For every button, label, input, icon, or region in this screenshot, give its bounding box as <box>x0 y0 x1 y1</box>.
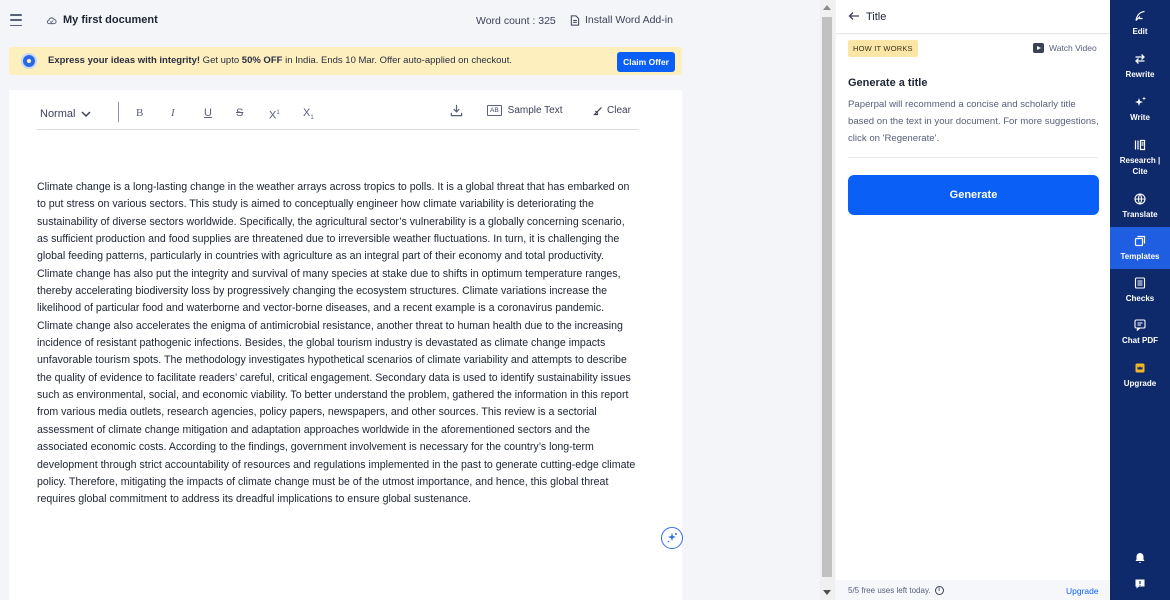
nav-label-rewrite: Rewrite <box>1125 70 1155 79</box>
document-card: Normal B I U S X1 X1 AB Sample Text Clea… <box>9 90 682 600</box>
generate-button[interactable]: Generate <box>848 175 1099 215</box>
nav-label-research-cite: Research | Cite <box>1119 156 1161 176</box>
tools-nav: Edit Rewrite Write Research | Cite Trans… <box>1110 0 1170 600</box>
clear-label: Clear <box>607 105 631 116</box>
crown-icon <box>1135 363 1145 373</box>
nav-item-checks[interactable]: Checks <box>1110 277 1170 311</box>
nav-label-translate: Translate <box>1122 210 1158 219</box>
template-icon <box>1134 235 1146 247</box>
upgrade-link[interactable]: Upgrade <box>1066 586 1099 596</box>
sparkle-icon <box>1135 96 1146 106</box>
panel-header: Title <box>836 0 1110 34</box>
free-uses-status: 5/5 free uses left today. i <box>848 586 944 595</box>
document-title[interactable]: My first document <box>46 14 158 26</box>
generate-title-heading: Generate a title <box>848 77 928 89</box>
nav-item-translate[interactable]: Translate <box>1110 193 1170 227</box>
subscript-button[interactable]: X1 <box>303 105 314 121</box>
how-it-works-badge: HOW IT WORKS <box>848 40 918 57</box>
document-title-text: My first document <box>63 14 158 26</box>
info-icon[interactable]: i <box>934 586 944 595</box>
superscript-mark: 1 <box>276 110 280 116</box>
format-toolbar: Normal B I U S X1 X1 AB Sample Text Clea… <box>37 100 639 130</box>
scroll-up-arrow[interactable] <box>823 5 831 10</box>
subscript-mark: 1 <box>310 115 314 122</box>
bold-button[interactable]: B <box>136 105 143 121</box>
word-count: Word count : 325 <box>476 15 556 27</box>
sample-text-label: Sample Text <box>507 105 563 116</box>
underline-button[interactable]: U <box>204 105 212 121</box>
toolbar-divider <box>118 102 119 122</box>
watch-video-link[interactable]: Watch Video <box>1033 43 1097 53</box>
nav-label-write: Write <box>1130 113 1150 122</box>
scroll-down-arrow[interactable] <box>823 590 831 595</box>
nav-label-edit: Edit <box>1132 27 1148 36</box>
nav-label-checks: Checks <box>1125 294 1155 303</box>
books-icon <box>1134 139 1146 151</box>
sample-text-icon: AB <box>487 105 502 116</box>
title-panel: Title HOW IT WORKS Watch Video Generate … <box>836 0 1110 600</box>
claim-offer-button[interactable]: Claim Offer <box>617 52 675 72</box>
promo-mid: Get upto <box>200 55 242 66</box>
sample-text-button[interactable]: AB Sample Text <box>487 105 563 116</box>
feedback-icon[interactable] <box>1134 578 1146 590</box>
promo-lead: Express your ideas with integrity! <box>48 55 201 66</box>
panel-title: Title <box>866 11 887 23</box>
nav-label-upgrade: Upgrade <box>1123 379 1157 388</box>
promo-banner: Express your ideas with integrity! Get u… <box>9 47 682 75</box>
free-uses-text: 5/5 free uses left today. <box>848 586 931 595</box>
play-icon <box>1033 43 1044 53</box>
clear-button[interactable]: Clear <box>593 105 631 116</box>
promo-text: Express your ideas with integrity! Get u… <box>48 55 512 66</box>
nav-item-edit[interactable]: Edit <box>1110 10 1170 44</box>
editor-area: My first document Word count : 325 Insta… <box>0 0 820 600</box>
download-icon[interactable] <box>450 104 463 117</box>
bell-icon[interactable] <box>1134 552 1146 564</box>
top-bar: My first document Word count : 325 Insta… <box>0 0 690 44</box>
panel-footer: 5/5 free uses left today. i Upgrade <box>836 580 1110 600</box>
install-addin-button[interactable]: Install Word Add-in <box>570 14 673 26</box>
checklist-icon <box>1134 277 1146 289</box>
nav-label-templates: Templates <box>1120 252 1160 261</box>
swap-arrows-icon <box>1135 54 1145 64</box>
nav-label-chat-pdf: Chat PDF <box>1122 336 1158 345</box>
paragraph-style-value: Normal <box>40 108 76 120</box>
watch-video-label: Watch Video <box>1049 43 1097 53</box>
promo-tail: in India. Ends 10 Mar. Offer auto-applie… <box>282 55 512 66</box>
lightbulb-icon <box>23 55 35 67</box>
nav-item-research-cite[interactable]: Research | Cite <box>1110 139 1170 183</box>
nav-item-upgrade[interactable]: Upgrade <box>1110 362 1170 396</box>
install-addin-label: Install Word Add-in <box>585 14 673 26</box>
nav-item-chat-pdf[interactable]: Chat PDF <box>1110 319 1170 353</box>
nav-item-templates[interactable]: Templates <box>1110 227 1170 269</box>
promo-discount: 50% OFF <box>241 55 283 66</box>
chevron-down-icon <box>81 110 91 117</box>
generate-title-description: Paperpal will recommend a concise and sc… <box>848 99 1099 144</box>
scroll-thumb[interactable] <box>822 17 832 577</box>
paragraph-style-select[interactable]: Normal <box>40 108 91 120</box>
chat-icon <box>1134 319 1146 331</box>
nav-item-write[interactable]: Write <box>1110 96 1170 130</box>
ai-assist-button[interactable] <box>661 527 683 549</box>
eraser-icon <box>593 106 602 115</box>
document-body-text[interactable]: Climate change is a long-lasting change … <box>37 179 637 509</box>
nav-item-rewrite[interactable]: Rewrite <box>1110 53 1170 87</box>
feather-icon <box>1135 10 1145 21</box>
document-icon <box>570 14 580 26</box>
panel-divider <box>848 157 1098 158</box>
sparkle-icon <box>667 533 677 543</box>
italic-button[interactable]: I <box>171 105 175 121</box>
editor-scrollbar[interactable] <box>820 0 835 600</box>
cloud-icon <box>46 16 57 24</box>
globe-icon <box>1134 193 1146 205</box>
menu-icon[interactable] <box>10 14 22 26</box>
back-arrow-icon[interactable] <box>848 10 860 22</box>
superscript-button[interactable]: X1 <box>269 105 280 122</box>
strikethrough-button[interactable]: S <box>236 105 243 121</box>
